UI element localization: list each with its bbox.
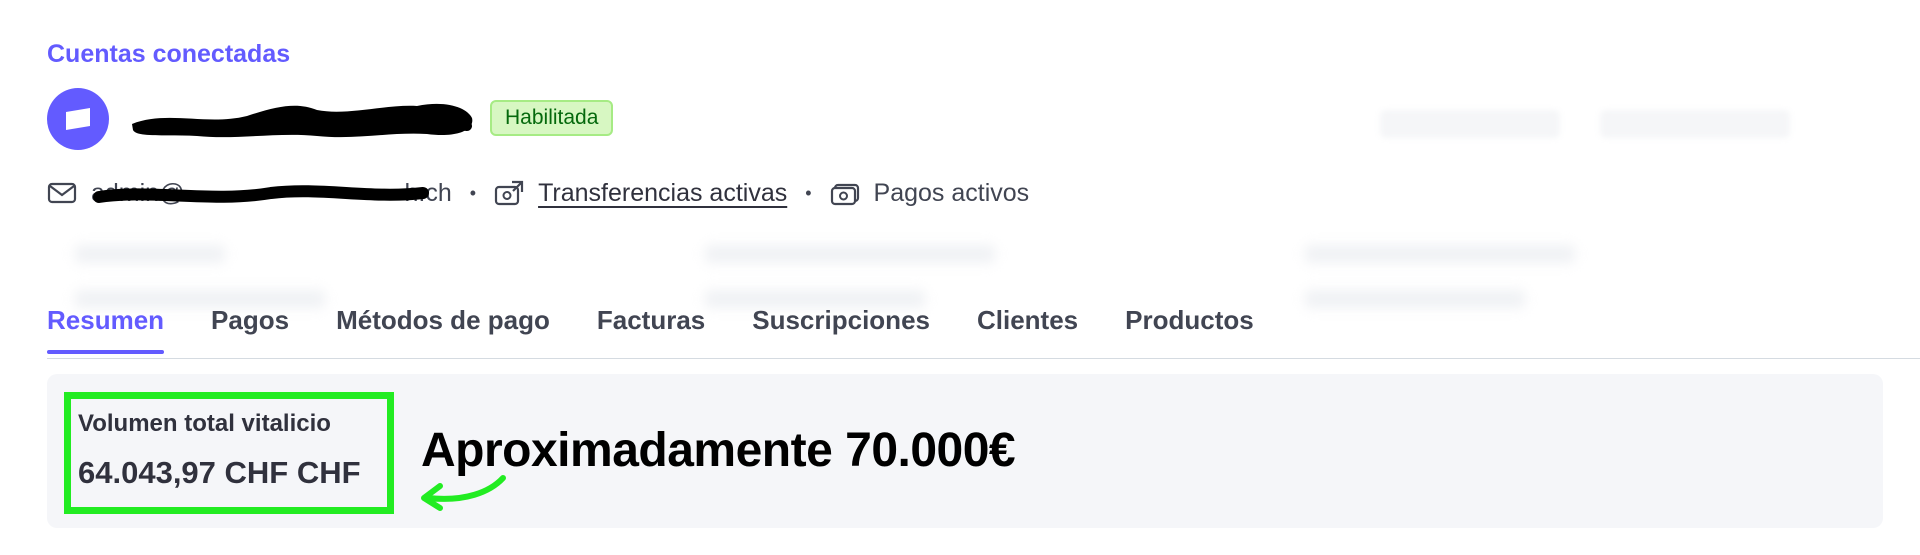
tab-bar: Resumen Pagos Métodos de pago Facturas S… <box>47 305 1254 354</box>
payments-active-label: Pagos activos <box>873 178 1030 207</box>
tab-pagos[interactable]: Pagos <box>211 305 289 352</box>
blurred-detail <box>1305 290 1525 308</box>
payments-item: Pagos activos <box>830 178 1030 208</box>
meta-separator: • <box>469 182 477 203</box>
lifetime-volume-label: Volumen total vitalicio <box>78 410 331 437</box>
tab-facturas[interactable]: Facturas <box>597 305 705 352</box>
transfers-item[interactable]: Transferencias activas <box>494 178 787 208</box>
blurred-action-button[interactable] <box>1600 110 1790 138</box>
status-badge: Habilitada <box>490 100 614 136</box>
blurred-detail <box>1305 245 1575 263</box>
lifetime-volume-value: 64.043,97 CHF CHF <box>78 455 361 490</box>
blurred-detail <box>75 245 225 263</box>
account-avatar <box>47 88 109 150</box>
account-meta-row: admin@ h.ch • Transferencias activas • Pa… <box>47 175 1029 211</box>
tab-metodos-de-pago[interactable]: Métodos de pago <box>336 305 550 352</box>
account-email: admin@ h.ch <box>91 179 452 208</box>
tabs-divider <box>47 358 1920 359</box>
transfers-active-link[interactable]: Transferencias activas <box>538 179 787 208</box>
email-item: admin@ h.ch <box>47 178 452 208</box>
payments-icon <box>830 178 860 208</box>
redacted-email <box>93 184 429 203</box>
breadcrumb-connected-accounts[interactable]: Cuentas conectadas <box>47 40 290 69</box>
blurred-action-button[interactable] <box>1380 110 1560 138</box>
blurred-detail <box>705 245 995 263</box>
redacted-account-name <box>132 103 473 138</box>
tab-productos[interactable]: Productos <box>1125 305 1254 352</box>
mail-icon <box>47 178 77 208</box>
transfer-out-icon <box>494 178 524 208</box>
tab-resumen[interactable]: Resumen <box>47 305 165 354</box>
tab-clientes[interactable]: Clientes <box>977 305 1078 352</box>
tab-suscripciones[interactable]: Suscripciones <box>752 305 930 352</box>
meta-separator: • <box>805 182 812 203</box>
annotation-arrow-icon <box>421 475 506 511</box>
account-logo-icon <box>66 108 90 130</box>
annotation-text: Aproximadamente 70.000€ <box>421 424 1016 477</box>
account-header: Habilitada <box>47 88 614 150</box>
